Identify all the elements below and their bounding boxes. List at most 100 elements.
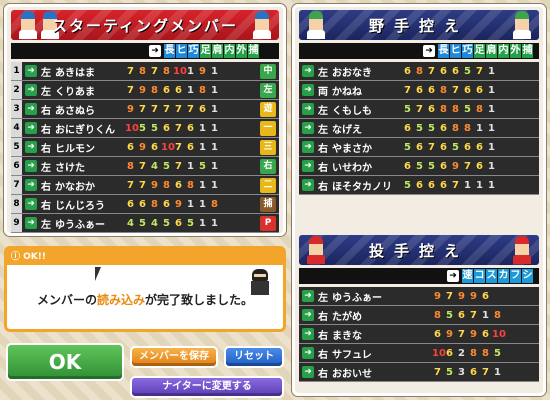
lineup-title: スターティングメンバー [51, 17, 239, 35]
batting-order: 7 [11, 176, 22, 194]
stat-value: 8 [482, 347, 489, 359]
stat-value: 5 [446, 366, 453, 378]
lineup-list: 1 ➜ 左あきはま 7 8 7 8 10 1 9 1 中 2 ➜ 左くりあま 7 9 8 6 6 1 8 1 左 3 ➜ 右あさぬら… [11, 62, 279, 233]
switch-to-night-button[interactable]: ナイターに変更する [130, 376, 284, 398]
stat-value: 6 [416, 179, 423, 191]
stat-value: 6 [163, 122, 170, 134]
player-row[interactable]: 1 ➜ 左あきはま 7 8 7 8 10 1 9 1 中 [11, 62, 279, 81]
player-stats: 79866181 [125, 85, 221, 96]
player-row[interactable]: 4 ➜ 右おにぎりくん 10 5 5 6 7 6 1 1 一 [11, 119, 279, 138]
stat-value: 10 [173, 65, 187, 77]
select-arrow-icon[interactable]: ➜ [25, 65, 37, 77]
stat-value: 5 [494, 347, 501, 359]
stat-value: 7 [127, 179, 134, 191]
select-arrow-icon[interactable]: ➜ [25, 198, 37, 210]
select-arrow-icon[interactable]: ➜ [25, 141, 37, 153]
stat-value: 1 [482, 309, 489, 321]
player-name: ゆうふぁー [332, 292, 382, 304]
player-row[interactable]: ➜ 左ゆうふぁー 9 7 9 9 6 [299, 287, 539, 306]
player-row[interactable]: ➜ 両かねね 7 6 6 8 7 6 6 1 [299, 81, 539, 100]
select-arrow-icon[interactable]: ➜ [25, 103, 37, 115]
stat-value: 8 [440, 84, 447, 96]
handedness: 右 [318, 368, 328, 380]
handedness: 両 [318, 86, 328, 98]
save-members-button[interactable]: メンバーを保存 [130, 346, 218, 368]
select-arrow-icon[interactable]: ➜ [302, 347, 314, 359]
select-arrow-icon[interactable]: ➜ [302, 122, 314, 134]
select-arrow-icon[interactable]: ➜ [302, 328, 314, 340]
select-arrow-icon[interactable]: ➜ [302, 103, 314, 115]
stat-value: 8 [416, 65, 423, 77]
player-row[interactable]: ➜ 右ほそタカノリ 5 6 6 6 7 1 1 1 [299, 176, 539, 195]
player-row[interactable]: ➜ 左おおなき 6 8 7 6 6 5 7 1 [299, 62, 539, 81]
stat-value: 7 [175, 141, 182, 153]
select-arrow-icon[interactable]: ➜ [25, 122, 37, 134]
player-row[interactable]: ➜ 右いせわか 6 5 5 6 9 7 6 1 [299, 157, 539, 176]
player-row[interactable]: 8 ➜ 右じんじろう 6 6 8 6 9 1 1 8 捕 [11, 195, 279, 214]
player-row[interactable]: 5 ➜ 右ヒルモン 6 9 6 10 7 6 1 1 三 [11, 138, 279, 157]
player-row[interactable]: ➜ 左くもしも 5 7 6 8 8 5 8 1 [299, 100, 539, 119]
player-row[interactable]: 9 ➜ 左ゆうふぁー 4 5 4 5 6 5 1 1 P [11, 214, 279, 233]
stat-value: 1 [488, 65, 495, 77]
select-arrow-icon[interactable]: ➜ [25, 160, 37, 172]
pitchers-column-header: ➜ 速コスカフシ [299, 268, 539, 284]
select-arrow-icon[interactable]: ➜ [302, 65, 314, 77]
player-row[interactable]: ➜ 左なげえ 6 5 5 6 8 8 1 1 [299, 119, 539, 138]
player-stats: 753671 [432, 367, 504, 378]
player-stats: 10 5 5 6 7 6 1 1 [125, 123, 221, 134]
select-arrow-icon[interactable]: ➜ [302, 179, 314, 191]
select-arrow-icon[interactable]: ➜ [302, 290, 314, 302]
player-stats: 65569761 [402, 161, 498, 172]
player-name: くりあま [55, 86, 95, 98]
handedness: 右 [41, 124, 51, 136]
select-arrow-icon[interactable]: ➜ [302, 309, 314, 321]
handedness: 右 [318, 349, 328, 361]
select-arrow-icon[interactable]: ➜ [302, 84, 314, 96]
stat-value: 1 [211, 122, 218, 134]
player-row[interactable]: ➜ 右まきな 6 9 7 9 6 10 [299, 325, 539, 344]
player-row[interactable]: 2 ➜ 左くりあま 7 9 8 6 6 1 8 1 左 [11, 81, 279, 100]
stat-value: 9 [139, 141, 146, 153]
select-arrow-icon[interactable]: ➜ [25, 217, 37, 229]
column-label: 外 [236, 44, 247, 58]
stat-value: 9 [470, 328, 477, 340]
player-row[interactable]: ➜ 右たがめ 8 5 6 7 1 8 [299, 306, 539, 325]
handedness: 右 [41, 105, 51, 117]
player-stats: 77986811 [125, 180, 221, 191]
player-name: じんじろう [55, 200, 105, 212]
stat-value: 6 [482, 290, 489, 302]
player-row[interactable]: ➜ 右やまさか 5 6 7 6 5 6 6 1 [299, 138, 539, 157]
select-arrow-icon[interactable]: ➜ [302, 366, 314, 378]
handedness: 右 [318, 162, 328, 174]
select-arrow-icon[interactable]: ➜ [25, 84, 37, 96]
select-arrow-icon[interactable]: ➜ [302, 160, 314, 172]
stat-value: 9 [452, 160, 459, 172]
reset-button[interactable]: リセット [224, 346, 284, 368]
player-row[interactable]: ➜ 右おおいせ 7 5 3 6 7 1 [299, 363, 539, 382]
stat-value: 7 [476, 65, 483, 77]
batting-order: 4 [11, 119, 22, 137]
stat-value: 6 [127, 141, 134, 153]
ok-button[interactable]: OK [6, 343, 124, 381]
player-row[interactable]: 6 ➜ 左さけた 8 7 4 5 7 1 5 1 右 [11, 157, 279, 176]
stat-value: 7 [434, 366, 441, 378]
stat-value: 5 [163, 217, 170, 229]
player-row[interactable]: ➜ 右サフュレ 10 6 2 8 8 5 [299, 344, 539, 363]
column-label: ス [486, 269, 497, 283]
stat-value: 5 [464, 103, 471, 115]
message-tag: ⓘ OK!! [7, 249, 283, 265]
column-label: 外 [510, 44, 521, 58]
player-row[interactable]: 3 ➜ 右あさぬら 9 7 7 7 7 7 6 1 遊 [11, 100, 279, 119]
stat-value: 7 [470, 309, 477, 321]
handedness: 右 [41, 200, 51, 212]
stat-value: 1 [476, 122, 483, 134]
player-stats: 97777761 [125, 104, 221, 115]
stat-value: 1 [199, 179, 206, 191]
select-arrow-icon[interactable]: ➜ [25, 179, 37, 191]
player-row[interactable]: 7 ➜ 右かなおか 7 7 9 8 6 8 1 1 二 [11, 176, 279, 195]
stat-value: 6 [127, 198, 134, 210]
stat-value: 6 [476, 84, 483, 96]
player-stats: 6 9 7 9 6 10 [432, 328, 506, 340]
field-position-badge: 左 [260, 83, 276, 98]
select-arrow-icon[interactable]: ➜ [302, 141, 314, 153]
